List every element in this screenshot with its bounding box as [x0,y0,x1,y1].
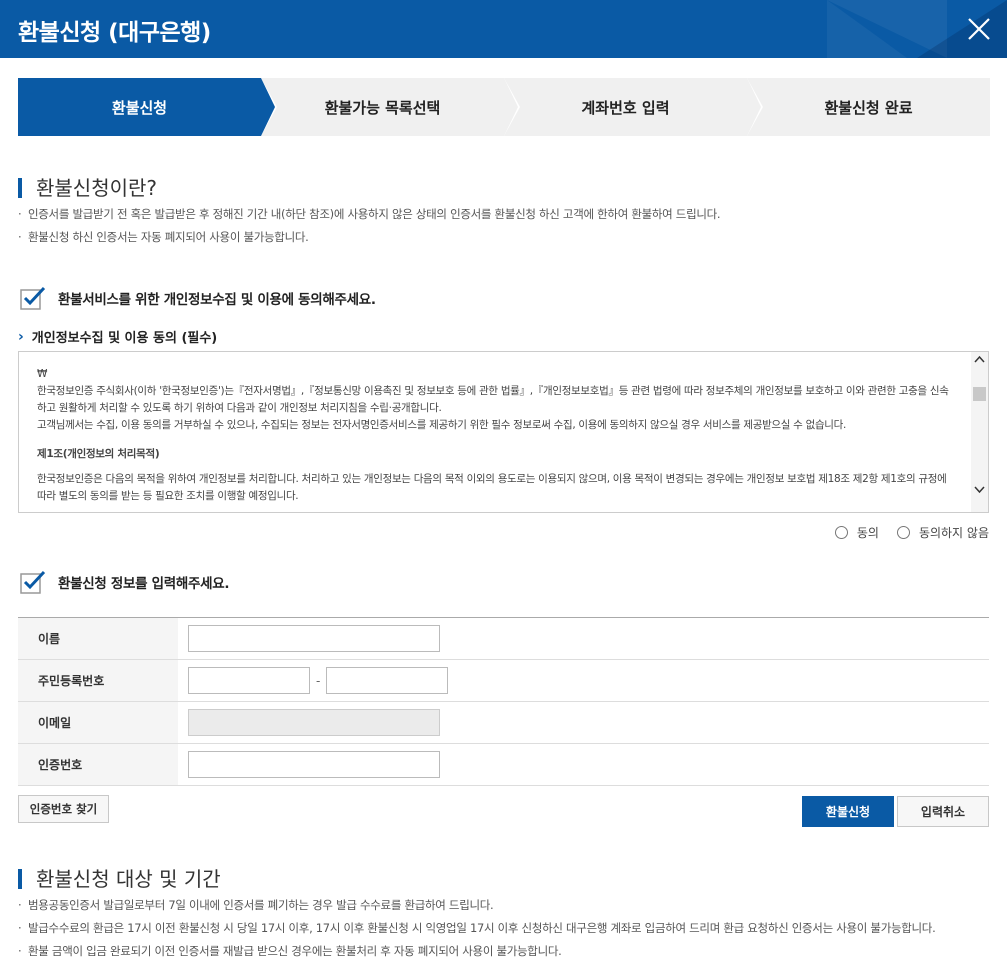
disagree-radio[interactable]: 동의하지 않음 [896,524,989,541]
terms-paragraph: 한국정보인증 주식회사(이하 '한국정보인증')는『전자서명법』,『정보통신망 … [37,385,949,414]
radio-circle[interactable] [896,526,910,539]
rrn-front-input[interactable] [188,667,310,694]
terms-scrollbar[interactable] [971,352,988,512]
modal-header: 환불신청 (대구은행) [0,0,1007,58]
auth-number-input[interactable] [188,751,440,778]
intro-title: 환불신청이란? [18,178,157,198]
step-label: 환불가능 목록선택 [324,98,441,117]
form-row-rrn: 주민등록번호 - [18,660,989,702]
form-row-auth: 인증번호 [18,744,989,786]
close-icon[interactable] [965,15,993,43]
terms-box[interactable]: ₩ 한국정보인증 주식회사(이하 '한국정보인증')는『전자서명법』,『정보통신… [18,351,989,513]
header-decoration [917,0,1007,58]
progress-steps: 환불신청 환불가능 목록선택 계좌번호 입력 환불신청 완료 [18,78,990,136]
privacy-heading: 환불서비스를 위한 개인정보수집 및 이용에 동의해주세요. [20,286,376,310]
checkbox-icon [20,570,46,594]
step-label: 환불신청 완료 [824,98,913,117]
form-row-email: 이메일 [18,702,989,744]
submit-refund-button[interactable]: 환불신청 [802,796,894,827]
consent-radio-group: 동의 동의하지 않음 [817,524,989,541]
rrn-label: 주민등록번호 [18,660,178,701]
scrollbar-thumb[interactable] [973,387,986,401]
rrn-back-input[interactable] [326,667,449,694]
terms-content: ₩ 한국정보인증 주식회사(이하 '한국정보인증')는『전자서명법』,『정보통신… [37,366,952,505]
step-label: 환불신청 [111,98,168,117]
cancel-input-button[interactable]: 입력취소 [897,796,989,827]
radio-circle[interactable] [834,526,848,539]
chevron-right-icon: › [18,328,24,345]
privacy-heading-text: 환불서비스를 위한 개인정보수집 및 이용에 동의해주세요. [58,292,376,308]
intro-bullets: 인증서를 발급받기 전 혹은 발급받은 후 정해진 기간 내(하단 참조)에 사… [18,203,721,249]
agree-label: 동의 [856,526,879,540]
list-item: 환불신청 하신 인증서는 자동 폐지되어 사용이 불가능합니다. [18,226,720,249]
scroll-down-icon[interactable] [974,486,985,494]
modal-title: 환불신청 (대구은행) [18,20,211,46]
list-item: 인증서를 발급받기 전 혹은 발급받은 후 정해진 기간 내(하단 참조)에 사… [18,203,721,226]
disagree-label: 동의하지 않음 [918,526,989,540]
terms-line: ₩ [37,368,48,380]
terms-article-heading: 제1조(개인정보의 처리목적) [37,448,160,460]
step-label: 계좌번호 입력 [581,98,670,117]
period-title: 환불신청 대상 및 기간 [18,869,221,889]
email-label: 이메일 [18,702,178,743]
refund-form: 이름 주민등록번호 - 이메일 인증번호 [18,617,989,786]
step-select-list: 환불가능 목록선택 [261,78,520,136]
list-item: 환불 금액이 입금 완료되기 이전 인증서를 재발급 받으신 경우에는 환불처리… [18,940,935,963]
period-bullets: 범용공동인증서 발급일로부터 7일 이내에 인증서를 폐기하는 경우 발급 수수… [18,894,936,963]
scroll-up-icon[interactable] [974,355,985,363]
rrn-separator: - [316,673,321,688]
form-heading: 환불신청 정보를 입력해주세요. [20,570,230,594]
name-label: 이름 [18,618,178,659]
privacy-sub-heading-text: 개인정보수집 및 이용 동의 (필수) [31,331,218,346]
step-refund-request: 환불신청 [18,78,277,136]
privacy-sub-heading: › 개인정보수집 및 이용 동의 (필수) [18,327,218,347]
step-account-input: 계좌번호 입력 [504,78,763,136]
list-item: 발급수수료의 환급은 17시 이전 환불신청 시 당일 17시 이후, 17시 … [18,917,936,940]
form-row-name: 이름 [18,618,989,660]
name-input[interactable] [188,625,440,652]
list-item: 범용공동인증서 발급일로부터 7일 이내에 인증서를 폐기하는 경우 발급 수수… [18,894,935,917]
terms-paragraph: 고객님께서는 수집, 이용 동의를 거부하실 수 있으나, 수집되는 정보는 전… [37,419,847,431]
checkbox-icon [20,286,46,310]
agree-radio[interactable]: 동의 [834,524,879,541]
step-complete: 환불신청 완료 [747,78,990,136]
find-auth-number-button[interactable]: 인증번호 찾기 [18,795,109,823]
terms-paragraph: 한국정보인증은 다음의 목적을 위하여 개인정보를 처리합니다. 처리하고 있는… [37,473,947,502]
auth-label: 인증번호 [18,744,178,785]
form-heading-text: 환불신청 정보를 입력해주세요. [58,576,230,592]
email-input [188,709,440,736]
